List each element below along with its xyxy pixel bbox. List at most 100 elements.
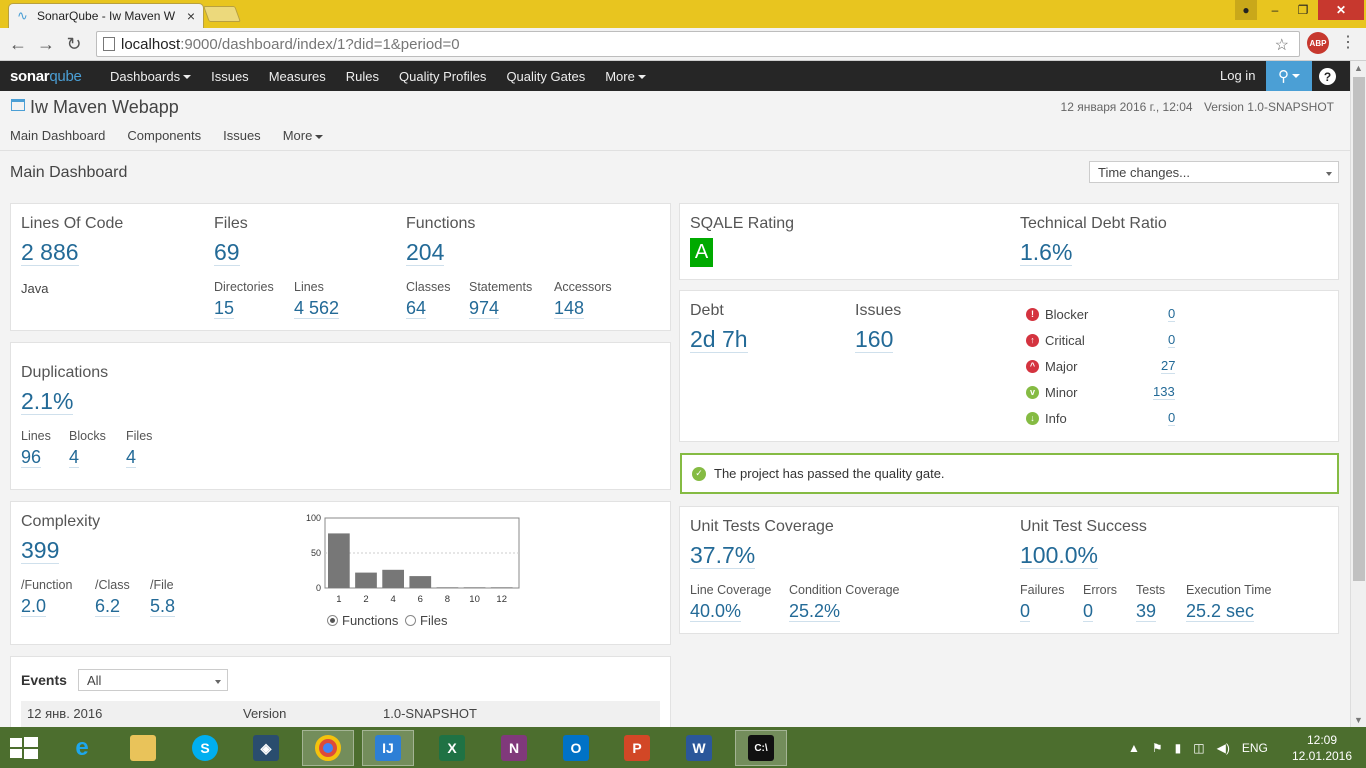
line-coverage-label: Line Coverage — [690, 583, 772, 597]
debt-value[interactable]: 2d 7h — [690, 326, 748, 353]
menu-issues[interactable]: Issues — [223, 128, 261, 143]
command-prompt-icon[interactable]: C:\ — [735, 730, 787, 766]
nav-rules[interactable]: Rules — [336, 69, 389, 84]
minimize-button[interactable]: – — [1262, 0, 1288, 20]
nav-quality-gates[interactable]: Quality Gates — [496, 69, 595, 84]
outlook-icon[interactable]: O — [550, 730, 602, 766]
nav-quality-profiles[interactable]: Quality Profiles — [389, 69, 496, 84]
failures-value[interactable]: 0 — [1020, 601, 1031, 622]
major-count[interactable]: 27 — [1161, 358, 1176, 374]
forward-arrow-icon[interactable]: → — [34, 33, 58, 55]
files-value[interactable]: 69 — [214, 239, 240, 266]
nav-measures[interactable]: Measures — [259, 69, 336, 84]
errors-value[interactable]: 0 — [1083, 601, 1094, 622]
windows-start-icon[interactable] — [10, 737, 38, 759]
volume-icon[interactable]: ◀) — [1217, 741, 1230, 755]
intellij-idea-icon[interactable]: IJ — [362, 730, 414, 766]
execution-time-value[interactable]: 25.2 sec — [1186, 601, 1255, 622]
search-button[interactable]: ⚲ — [1266, 61, 1312, 91]
menu-components[interactable]: Components — [127, 128, 201, 143]
dup-files-value[interactable]: 4 — [126, 447, 137, 468]
file-explorer-icon[interactable] — [117, 730, 169, 766]
issues-value[interactable]: 160 — [855, 326, 894, 353]
coverage-value[interactable]: 37.7% — [690, 542, 756, 569]
complexity-widget: Complexity 399 /Function 2.0 /Class 6.2 … — [10, 501, 671, 645]
events-widget: Events All 12 янв. 2016 Version 1.0-SNAP… — [10, 656, 671, 736]
time-changes-select[interactable]: Time changes... — [1089, 161, 1339, 183]
duplications-value[interactable]: 2.1% — [21, 388, 74, 415]
condition-coverage-value[interactable]: 25.2% — [789, 601, 841, 622]
language-indicator[interactable]: ENG — [1242, 741, 1268, 755]
browser-tab[interactable]: ∿ SonarQube - Iw Maven W × — [8, 3, 204, 28]
arrow-up-circle-icon: ↑ — [1026, 333, 1039, 347]
help-icon[interactable]: ? — [1319, 68, 1336, 85]
accessors-label: Accessors — [554, 280, 612, 294]
onenote-icon[interactable]: N — [488, 730, 540, 766]
tests-label: Tests — [1136, 583, 1166, 597]
close-window-button[interactable]: ✕ — [1318, 0, 1364, 20]
mysql-workbench-icon[interactable]: ◈ — [240, 730, 292, 766]
line-coverage-value[interactable]: 40.0% — [690, 601, 742, 622]
complexity-value[interactable]: 399 — [21, 537, 60, 564]
chrome-icon[interactable] — [302, 730, 354, 766]
classes-value[interactable]: 64 — [406, 298, 427, 319]
tab-close-icon[interactable]: × — [187, 8, 195, 24]
login-link[interactable]: Log in — [1212, 61, 1263, 91]
nav-dashboards[interactable]: Dashboards — [100, 69, 201, 84]
network-icon[interactable]: ◫ — [1193, 741, 1204, 755]
menu-more[interactable]: More — [283, 128, 324, 143]
excel-icon[interactable]: X — [426, 730, 478, 766]
dup-lines-value[interactable]: 96 — [21, 447, 42, 468]
action-center-icon[interactable]: ⚑ — [1152, 741, 1163, 755]
power-icon[interactable]: ▮ — [1175, 741, 1182, 755]
reload-icon[interactable]: ↻ — [62, 33, 86, 55]
browser-menu-icon[interactable]: ⋮ — [1340, 32, 1356, 54]
loc-value[interactable]: 2 886 — [21, 239, 79, 266]
coverage-label: Unit Tests Coverage — [690, 518, 834, 535]
debt-ratio-value[interactable]: 1.6% — [1020, 239, 1073, 266]
back-arrow-icon[interactable]: ← — [6, 33, 30, 55]
menu-main-dashboard[interactable]: Main Dashboard — [10, 128, 105, 143]
radio-functions[interactable]: Functions — [327, 613, 398, 628]
files-label: Files — [214, 215, 248, 232]
internet-explorer-icon[interactable]: e — [56, 730, 108, 766]
accessors-value[interactable]: 148 — [554, 298, 585, 319]
sqale-rating-badge[interactable]: A — [690, 238, 713, 267]
functions-value[interactable]: 204 — [406, 239, 445, 266]
taskbar-clock[interactable]: 12:09 12.01.2016 — [1290, 732, 1354, 764]
powerpoint-icon[interactable]: P — [611, 730, 663, 766]
skype-icon[interactable]: S — [179, 730, 231, 766]
scroll-thumb[interactable] — [1353, 77, 1365, 581]
test-success-value[interactable]: 100.0% — [1020, 542, 1099, 569]
debt-ratio-label: Technical Debt Ratio — [1020, 215, 1167, 232]
directories-value[interactable]: 15 — [214, 298, 235, 319]
nav-issues[interactable]: Issues — [201, 69, 259, 84]
bookmark-star-icon[interactable]: ☆ — [1275, 35, 1289, 55]
word-icon[interactable]: W — [673, 730, 725, 766]
blocker-count[interactable]: 0 — [1168, 306, 1176, 322]
events-filter-select[interactable]: All — [78, 669, 228, 691]
minor-count[interactable]: 133 — [1153, 384, 1175, 400]
scroll-up-icon[interactable]: ▲ — [1354, 63, 1363, 73]
maximize-button[interactable]: ❐ — [1290, 0, 1316, 20]
duplications-widget: Duplications 2.1% Lines 96 Blocks 4 File… — [10, 342, 671, 490]
tray-expand-icon[interactable]: ▲ — [1128, 741, 1140, 755]
project-title[interactable]: Iw Maven Webapp — [30, 97, 179, 118]
nav-more[interactable]: More — [595, 69, 656, 84]
page-scrollbar[interactable]: ▲ ▼ — [1350, 61, 1366, 727]
radio-files[interactable]: Files — [405, 613, 447, 628]
select-arrow-icon — [1326, 172, 1332, 176]
tests-value[interactable]: 39 — [1136, 601, 1157, 622]
lines-value[interactable]: 4 562 — [294, 298, 340, 319]
adblock-icon[interactable]: ABP — [1307, 32, 1329, 54]
new-tab-button[interactable] — [203, 6, 241, 22]
dup-blocks-value[interactable]: 4 — [69, 447, 80, 468]
statements-value[interactable]: 974 — [469, 298, 500, 319]
sonarqube-logo[interactable]: sonarqube — [10, 68, 82, 85]
info-count[interactable]: 0 — [1168, 410, 1176, 426]
per-class-label: /Class — [95, 578, 130, 592]
user-icon[interactable]: ● — [1235, 0, 1257, 20]
critical-count[interactable]: 0 — [1168, 332, 1176, 348]
address-bar[interactable]: localhost:9000/dashboard/index/1?did=1&p… — [96, 31, 1300, 57]
scroll-down-icon[interactable]: ▼ — [1354, 715, 1363, 725]
